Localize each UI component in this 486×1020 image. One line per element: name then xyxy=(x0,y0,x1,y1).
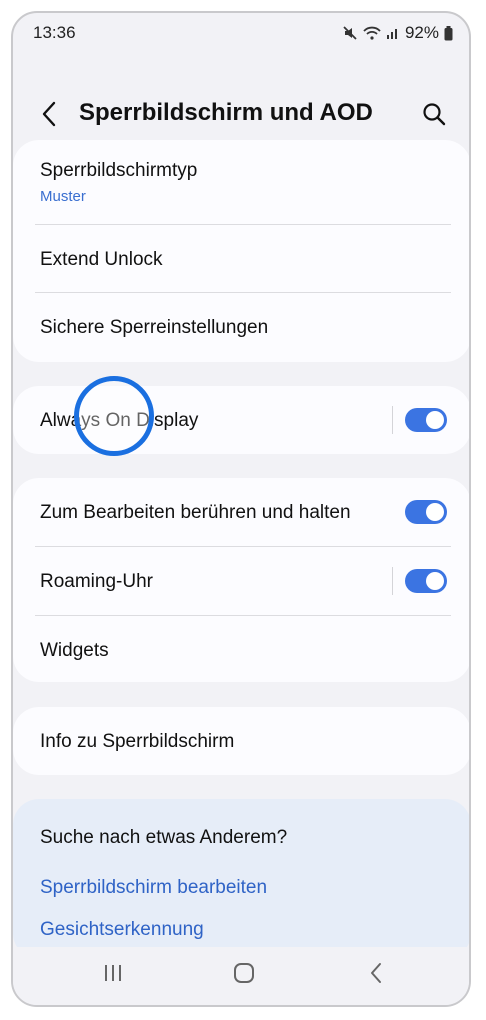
navigation-bar xyxy=(13,947,469,1005)
setting-subtitle: Muster xyxy=(40,188,86,205)
always-on-display-toggle[interactable] xyxy=(405,408,447,432)
mute-icon xyxy=(343,26,357,40)
settings-group-lock-type: Sperrbildschirmtyp Muster Extend Unlock … xyxy=(13,140,469,362)
setting-about-lock-screen[interactable]: Info zu Sperrbildschirm xyxy=(13,707,469,775)
suggestion-link-edit-lock-screen[interactable]: Sperrbildschirm bearbeiten xyxy=(40,877,267,899)
nav-back-button[interactable] xyxy=(365,961,389,985)
setting-touch-hold-edit[interactable]: Zum Bearbeiten berühren und halten xyxy=(13,478,469,546)
battery-icon xyxy=(444,25,453,40)
setting-label: Extend Unlock xyxy=(40,249,163,270)
phone-screen: 13:36 92% Sperrbildschirm und AOD Sperrb… xyxy=(11,11,471,1007)
chevron-left-icon xyxy=(42,101,56,127)
settings-group-widgets: Zum Bearbeiten berühren und halten Roami… xyxy=(13,478,469,682)
search-button[interactable] xyxy=(419,99,449,129)
settings-group-info: Info zu Sperrbildschirm xyxy=(13,707,469,775)
recent-apps-button[interactable] xyxy=(101,961,125,985)
vertical-separator xyxy=(392,567,393,595)
signal-icon xyxy=(386,29,397,39)
setting-label: Info zu Sperrbildschirm xyxy=(40,731,235,752)
roaming-clock-toggle[interactable] xyxy=(405,569,447,593)
battery-percent: 92% xyxy=(404,23,439,42)
status-bar: 13:36 92% xyxy=(13,13,469,53)
back-icon xyxy=(371,963,381,983)
setting-label: Zum Bearbeiten berühren und halten xyxy=(40,502,351,523)
setting-label: Sperrbildschirmtyp xyxy=(40,160,198,181)
setting-label: Widgets xyxy=(40,640,109,661)
suggestions-card: Suche nach etwas Anderem? Sperrbildschir… xyxy=(13,799,469,959)
suggestions-title: Suche nach etwas Anderem? xyxy=(40,827,288,848)
status-time: 13:36 xyxy=(33,23,76,42)
wifi-icon xyxy=(363,26,381,40)
touch-indicator xyxy=(74,376,154,456)
vertical-separator xyxy=(392,406,393,434)
setting-label: Sichere Sperreinstellungen xyxy=(40,317,269,338)
page-title: Sperrbildschirm und AOD xyxy=(79,99,373,126)
search-icon xyxy=(423,103,446,126)
setting-label: Roaming-Uhr xyxy=(40,571,153,592)
setting-widgets[interactable]: Widgets xyxy=(13,616,469,682)
app-bar: Sperrbildschirm und AOD xyxy=(13,85,469,141)
setting-lock-screen-type[interactable]: Sperrbildschirmtyp Muster xyxy=(13,140,469,224)
setting-secure-lock-settings[interactable]: Sichere Sperreinstellungen xyxy=(13,293,469,362)
status-icons: 92% xyxy=(342,23,453,43)
recent-apps-icon xyxy=(105,965,121,981)
back-button[interactable] xyxy=(35,97,65,131)
home-icon xyxy=(234,963,254,983)
setting-roaming-clock[interactable]: Roaming-Uhr xyxy=(13,547,469,615)
suggestion-link-face-recognition[interactable]: Gesichtserkennung xyxy=(40,919,204,941)
setting-extend-unlock[interactable]: Extend Unlock xyxy=(13,225,469,292)
touch-hold-edit-toggle[interactable] xyxy=(405,500,447,524)
home-button[interactable] xyxy=(232,961,256,985)
